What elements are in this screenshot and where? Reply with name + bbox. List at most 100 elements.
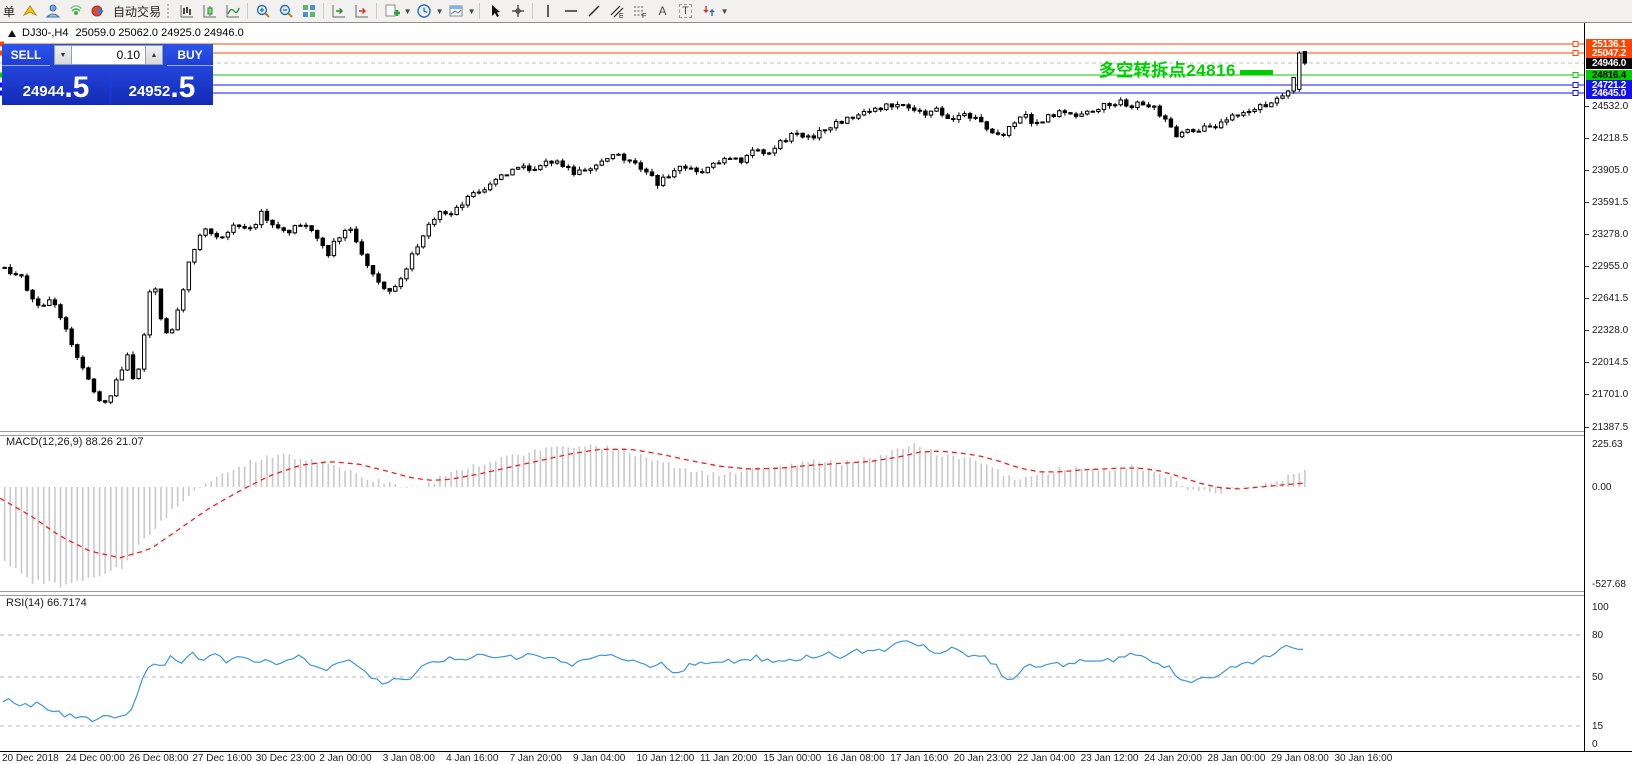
fibonacci-tool[interactable]: F bbox=[628, 1, 651, 21]
auto-scroll-button[interactable] bbox=[327, 1, 350, 21]
time-tick-label: 11 Jan 20:00 bbox=[699, 753, 758, 764]
community-button[interactable] bbox=[41, 1, 64, 21]
time-tick-label: 3 Jan 08:00 bbox=[382, 753, 435, 764]
new-order-button[interactable]: 单 bbox=[0, 3, 18, 20]
trendline-icon bbox=[588, 5, 600, 17]
channel-icon: E bbox=[610, 5, 624, 19]
toolbar-separator bbox=[479, 3, 481, 19]
pane-splitter[interactable] bbox=[0, 431, 1632, 436]
buy-price-display[interactable]: 24952 .5 bbox=[112, 68, 212, 105]
time-tick-label: 24 Jan 20:00 bbox=[1144, 753, 1202, 764]
autotrading-button-label[interactable]: 自动交易 bbox=[110, 3, 164, 20]
time-tick-label: 24 Dec 00:00 bbox=[65, 753, 125, 764]
price-tick-label: 21701.0 bbox=[1592, 389, 1629, 401]
vertical-line-tool[interactable] bbox=[536, 1, 559, 21]
price-tick-label: 23591.5 bbox=[1592, 196, 1629, 208]
periods-caret[interactable]: ▼ bbox=[435, 7, 444, 16]
cursor-button[interactable] bbox=[483, 1, 506, 21]
rsi-axis-label: 80 bbox=[1592, 630, 1604, 641]
candlestick-chart-button[interactable] bbox=[198, 1, 221, 21]
zoom-out-button[interactable] bbox=[274, 1, 297, 21]
line-handle[interactable] bbox=[1572, 50, 1579, 56]
line-handle[interactable] bbox=[1572, 90, 1579, 96]
toolbar: 单 自动交易 ▼ ▼ ▼ E F A T ▼ bbox=[0, 0, 1632, 23]
crosshair-button[interactable] bbox=[506, 1, 529, 21]
sell-price-display[interactable]: 24944 .5 bbox=[3, 68, 109, 105]
time-axis[interactable]: 20 Dec 2018 24 Dec 00:00 26 Dec 08:00 27 De… bbox=[0, 751, 1632, 764]
price-tick-mark bbox=[1585, 394, 1589, 396]
line-handle[interactable] bbox=[1572, 82, 1579, 88]
person-icon bbox=[45, 4, 60, 18]
cursor-icon bbox=[491, 5, 500, 17]
time-tick-label: 16 Jan 08:00 bbox=[826, 753, 885, 764]
symbol-triangle-icon[interactable] bbox=[8, 29, 16, 37]
zoom-in-button[interactable] bbox=[251, 1, 274, 21]
price-level-badge: 24946.0 bbox=[1586, 58, 1632, 69]
arrows-icon bbox=[703, 6, 715, 16]
time-tick-label: 30 Jan 16:00 bbox=[1334, 753, 1393, 764]
rsi-indicator-pane[interactable] bbox=[0, 594, 1584, 751]
fibo-letter: F bbox=[642, 13, 646, 19]
main-price-chart[interactable] bbox=[0, 22, 1584, 432]
zoom-in-icon bbox=[256, 4, 270, 18]
volume-field[interactable]: 0.10 bbox=[72, 45, 145, 65]
time-tick-label: 20 Jan 23:00 bbox=[953, 753, 1012, 764]
rsi-axis-label: 50 bbox=[1592, 672, 1604, 683]
time-tick-label: 22 Jan 04:00 bbox=[1017, 753, 1076, 764]
arrows-tool[interactable] bbox=[697, 1, 720, 21]
macd-axis-label: 0.00 bbox=[1592, 482, 1612, 493]
signals-button[interactable] bbox=[64, 1, 87, 21]
chart-symbol-period: DJ30-,H4 bbox=[22, 27, 69, 39]
add-indicator-button[interactable] bbox=[380, 1, 403, 21]
macd-indicator-pane[interactable] bbox=[0, 434, 1584, 591]
periods-button[interactable] bbox=[412, 1, 435, 21]
label-tool-letter: T bbox=[679, 4, 692, 18]
sell-button[interactable]: SELL bbox=[2, 44, 50, 66]
line-handle[interactable] bbox=[1572, 41, 1579, 47]
volume-decrease-button[interactable]: ▼ bbox=[54, 45, 72, 65]
price-tick-mark bbox=[1585, 201, 1589, 203]
chart-shift-button[interactable] bbox=[350, 1, 373, 21]
metaeditor-icon bbox=[22, 5, 37, 17]
price-tick-mark bbox=[1585, 169, 1589, 171]
candlestick-chart-icon bbox=[203, 5, 216, 18]
trendline-tool[interactable] bbox=[582, 1, 605, 21]
toolbar-separator bbox=[376, 3, 378, 19]
turning-point-annotation: 多空转拆点24816 bbox=[1098, 61, 1236, 80]
text-tool[interactable]: A bbox=[651, 1, 674, 21]
tile-windows-icon bbox=[302, 5, 315, 17]
autotrading-icon bbox=[91, 5, 104, 17]
time-tick-label: 9 Jan 04:00 bbox=[573, 753, 626, 764]
buy-button[interactable]: BUY bbox=[167, 44, 213, 66]
price-axis[interactable]: 24532.0 24218.5 23905.0 23591.5 23278.0 22955… bbox=[1584, 23, 1632, 751]
price-tick-mark bbox=[1585, 330, 1589, 332]
line-chart-button[interactable] bbox=[221, 1, 244, 21]
templates-button[interactable] bbox=[444, 1, 467, 21]
volume-stepper: ▼ 0.10 ▲ bbox=[54, 45, 163, 65]
templates-caret[interactable]: ▼ bbox=[467, 7, 476, 16]
tile-windows-button[interactable] bbox=[297, 1, 320, 21]
horizontal-line-tool[interactable] bbox=[559, 1, 582, 21]
buy-price-fraction: .5 bbox=[170, 71, 196, 104]
time-tick-label: 4 Jan 16:00 bbox=[446, 753, 499, 764]
time-tick-label: 27 Dec 16:00 bbox=[192, 753, 252, 764]
volume-increase-button[interactable]: ▲ bbox=[145, 45, 163, 65]
price-level-badge: 24645.0 bbox=[1586, 88, 1632, 99]
line-handle[interactable] bbox=[1572, 72, 1579, 78]
price-tick-label: 21387.5 bbox=[1592, 421, 1629, 433]
add-indicator-caret[interactable]: ▼ bbox=[403, 7, 412, 16]
equidistant-channel-tool[interactable]: E bbox=[605, 1, 628, 21]
pane-splitter[interactable] bbox=[0, 591, 1632, 596]
text-label-tool[interactable]: T bbox=[674, 1, 697, 21]
time-tick-label: 2 Jan 00:00 bbox=[319, 753, 372, 764]
toolbar-separator bbox=[532, 3, 534, 19]
time-tick-label: 23 Jan 12:00 bbox=[1080, 753, 1139, 764]
bar-chart-button[interactable] bbox=[175, 1, 198, 21]
bar-chart-icon bbox=[180, 5, 193, 18]
rsi-label: RSI(14) 66.7174 bbox=[6, 597, 87, 609]
one-click-trading-panel: SELL ▼ 0.10 ▲ BUY 24944 .5 24952 .5 bbox=[2, 44, 213, 105]
autotrading-button[interactable] bbox=[87, 1, 110, 21]
metaeditor-button[interactable] bbox=[18, 1, 41, 21]
trading-terminal-window: 单 自动交易 ▼ ▼ ▼ E F A T ▼ DJ30-,H4 25059.0 … bbox=[0, 0, 1632, 764]
arrows-caret[interactable]: ▼ bbox=[720, 7, 729, 16]
